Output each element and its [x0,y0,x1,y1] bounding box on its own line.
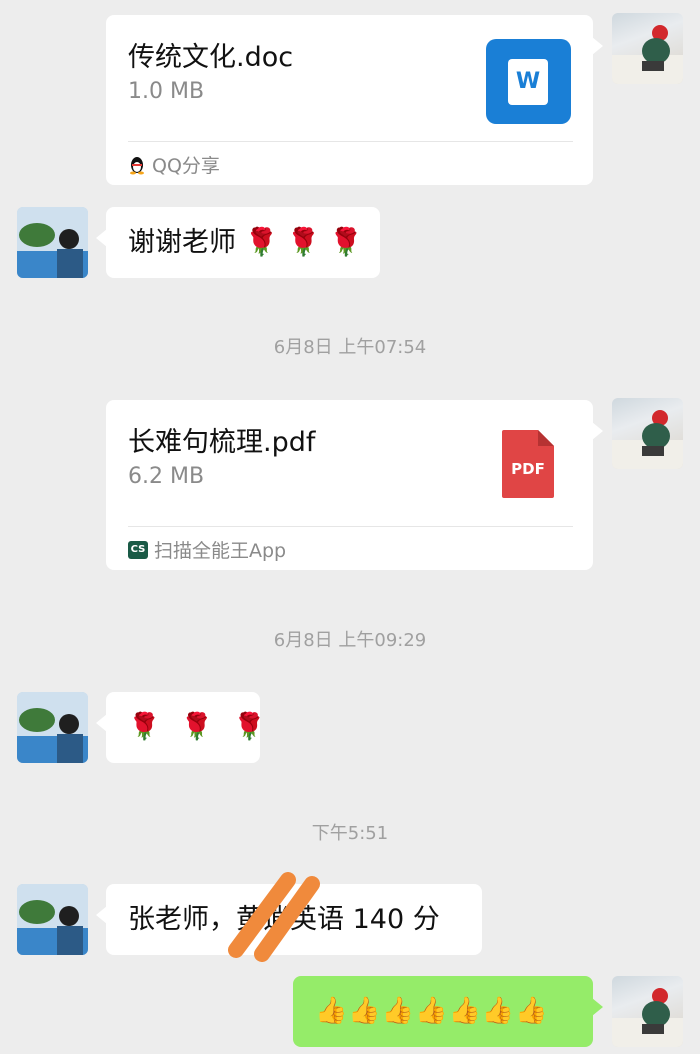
redaction-scribble [228,872,320,962]
contact-avatar[interactable] [17,884,88,955]
my-avatar[interactable] [612,398,683,469]
camscanner-icon: CS [128,540,148,559]
message-text: 🌹 🌹 🌹 [128,712,272,742]
emoji-message-sent[interactable]: 👍👍👍👍👍👍👍 [293,976,603,1047]
timestamp: 6月8日 上午09:29 [273,630,427,651]
message-text: 谢谢老师 🌹 🌹 🌹 [128,227,363,258]
message-text: 张老师，黄逍英语 140 分 [128,872,440,962]
text-message[interactable]: 张老师，黄逍英语 140 分 [96,872,482,962]
contact-avatar[interactable] [17,207,88,278]
pdf-file-icon: PDF [502,430,554,498]
divider [128,526,573,527]
file-size: 1.0 MB [128,79,205,104]
timestamp: 6月8日 上午07:54 [273,337,427,358]
timestamp: 下午5:51 [311,823,389,844]
file-name: 长难句梳理.pdf [128,427,316,458]
my-avatar[interactable] [612,13,683,84]
file-message-doc[interactable]: 传统文化.doc 1.0 MB W QQ分享 [106,15,603,185]
word-file-icon: W [486,39,571,124]
text-message[interactable]: 谢谢老师 🌹 🌹 🌹 [96,207,380,278]
file-source: CS 扫描全能王App [128,536,286,563]
qq-penguin-icon [130,156,144,174]
file-message-pdf[interactable]: 长难句梳理.pdf 6.2 MB PDF CS 扫描全能王App [106,400,603,570]
contact-avatar[interactable] [17,692,88,763]
file-name: 传统文化.doc [128,42,294,73]
redacted-name: 黄逍 [228,872,320,962]
my-avatar[interactable] [612,976,683,1047]
message-text: 👍👍👍👍👍👍👍 [315,996,549,1026]
file-source: QQ分享 [128,151,220,178]
emoji-message[interactable]: 🌹 🌹 🌹 [96,692,266,763]
divider [128,141,573,142]
file-size: 6.2 MB [128,464,205,489]
